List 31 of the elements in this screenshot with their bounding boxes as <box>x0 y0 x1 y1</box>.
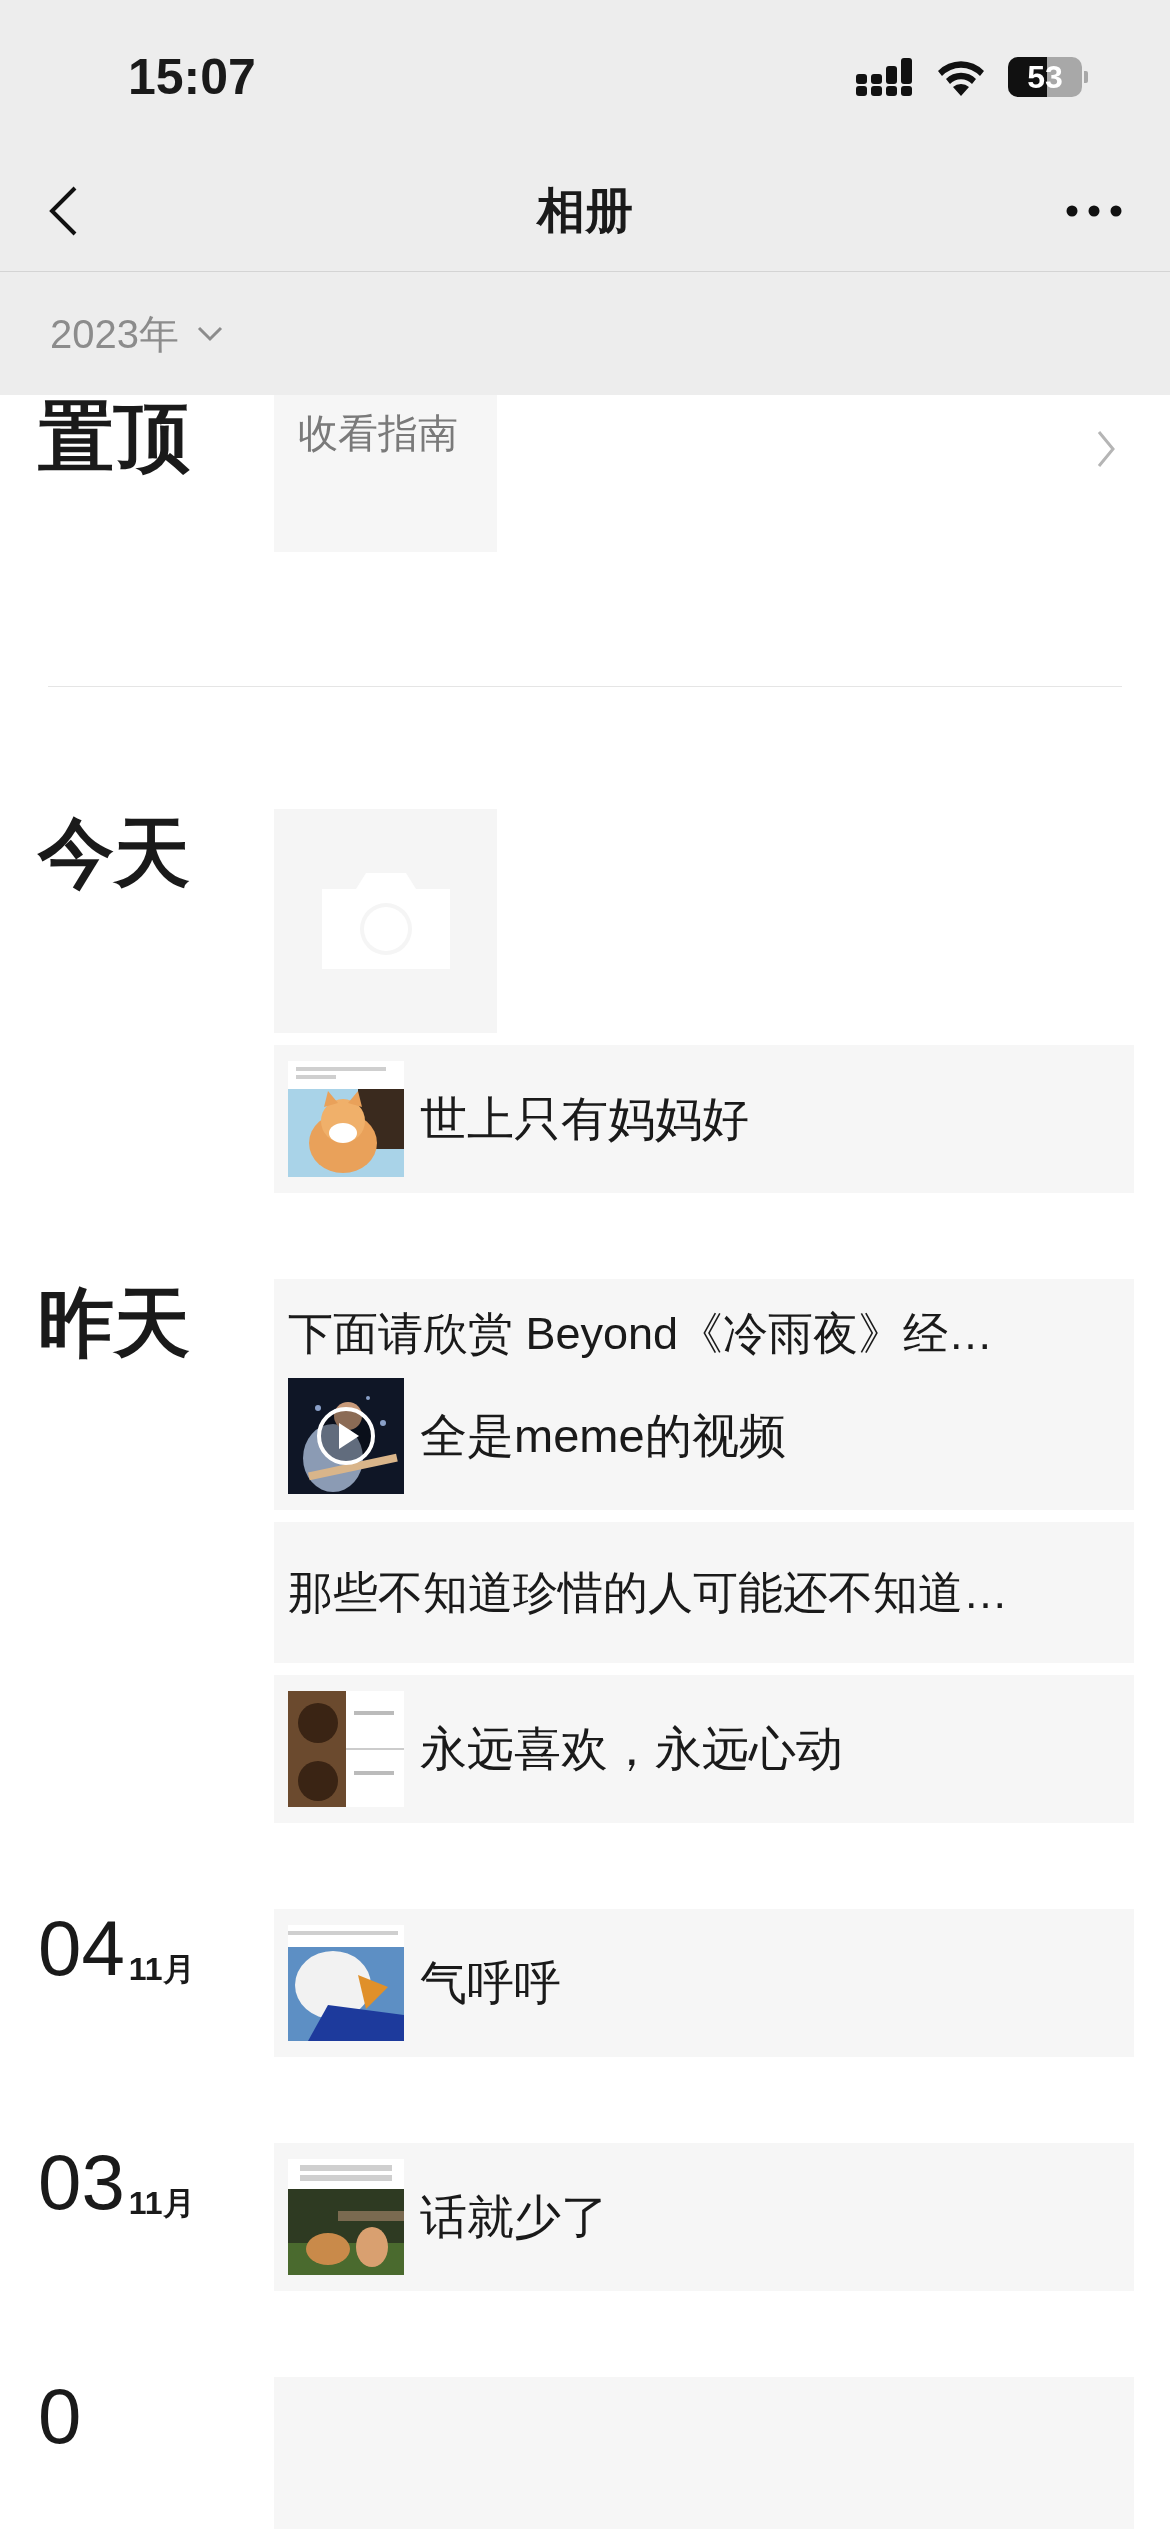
post-title: 那些不知道珍惜的人可能还不知道… <box>288 1566 1009 1620</box>
post-card[interactable]: 下面请欣赏 Beyond《冷雨夜》经… 全是meme的视频 <box>274 1279 1134 1510</box>
post-card[interactable]: 话就少了 <box>274 2143 1134 2291</box>
status-time: 15:07 <box>128 52 256 102</box>
post-card[interactable]: 世上只有妈妈好 <box>274 1045 1134 1193</box>
pinned-label: 置顶 <box>38 394 190 479</box>
caret-icon <box>197 325 223 342</box>
back-icon[interactable] <box>48 184 78 237</box>
play-icon <box>316 1406 376 1466</box>
date-day: 04 <box>38 1909 125 1987</box>
date-day: 03 <box>38 2143 125 2221</box>
post-text: 永远喜欢，永远心动 <box>420 1720 843 1777</box>
post-text: 世上只有妈妈好 <box>420 1090 749 1147</box>
post-card[interactable]: 永远喜欢，永远心动 <box>274 1675 1134 1823</box>
pinned-card[interactable]: 收看指南 <box>274 395 497 552</box>
date-month: 11月 <box>128 2187 195 2219</box>
post-text: 话就少了 <box>420 2188 608 2245</box>
chevron-right-icon[interactable] <box>1096 429 1116 469</box>
post-title: 下面请欣赏 Beyond《冷雨夜》经… <box>288 1307 995 1361</box>
date-month: 11月 <box>128 1953 195 1985</box>
wifi-icon <box>936 58 986 96</box>
post-card[interactable]: 那些不知道珍惜的人可能还不知道… <box>274 1522 1134 1663</box>
post-text: 全是meme的视频 <box>420 1407 786 1464</box>
page-title: 相册 <box>537 182 633 239</box>
post-text: 气呼呼 <box>420 1954 561 2011</box>
post-card[interactable]: 气呼呼 <box>274 1909 1134 2057</box>
signal-icon <box>856 58 914 96</box>
more-icon[interactable] <box>1066 204 1122 217</box>
date-label: 昨天 <box>38 1279 190 1361</box>
date-day: 0 <box>38 2377 82 2455</box>
date-label: 今天 <box>38 809 190 891</box>
